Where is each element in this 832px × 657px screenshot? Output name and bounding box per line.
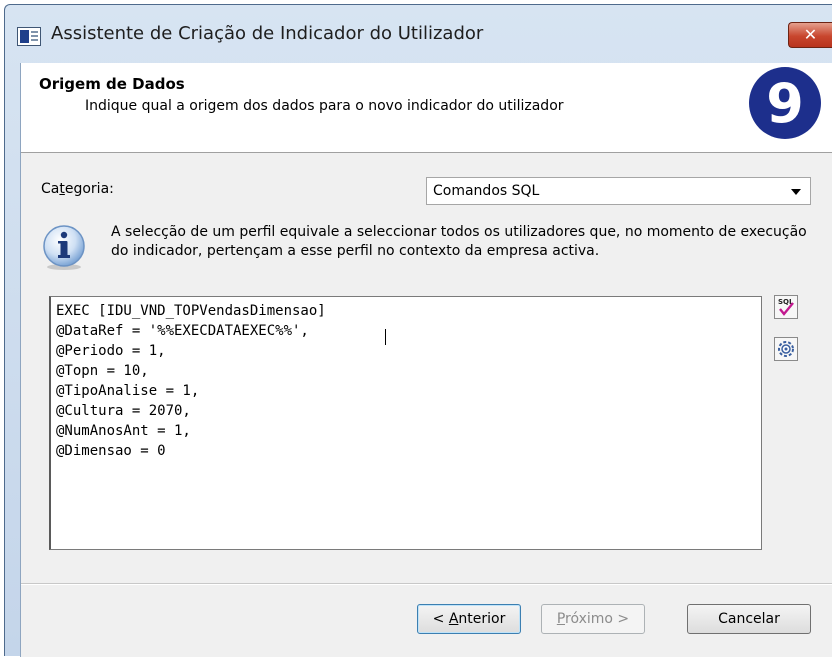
primavera-logo-icon: 9	[749, 67, 821, 139]
sql-line: @TipoAnalise = 1,	[56, 383, 200, 399]
sql-line: EXEC [IDU_VND_TOPVendasDimensao]	[56, 303, 326, 319]
text-caret	[385, 329, 386, 345]
page-subtitle: Indique qual a origem dos dados para o n…	[85, 98, 564, 114]
svg-text:9: 9	[766, 72, 804, 135]
category-selected-value: Comandos SQL	[433, 183, 540, 199]
info-icon	[43, 225, 85, 270]
sql-line: @Periodo = 1,	[56, 343, 166, 359]
sql-line: @DataRef = '%%EXECDATAEXEC%%',	[56, 323, 309, 339]
sql-line: @NumAnosAnt = 1,	[56, 423, 191, 439]
next-button[interactable]: Próximo >	[541, 604, 645, 634]
wizard-header: Origem de Dados Indique qual a origem do…	[21, 63, 832, 153]
close-icon: ✕	[803, 25, 818, 44]
info-message: A selecção de um perfil equivale a selec…	[111, 224, 807, 259]
sql-lines: EXEC [IDU_VND_TOPVendasDimensao] @DataRe…	[51, 301, 326, 461]
close-button[interactable]: ✕	[788, 22, 832, 48]
sql-line: @Dimensao = 0	[56, 443, 166, 459]
title-bar[interactable]: Assistente de Criação de Indicador do Ut…	[5, 5, 832, 63]
footer-separator	[21, 583, 832, 585]
sql-check-button[interactable]: SQL	[774, 295, 798, 319]
window-title: Assistente de Criação de Indicador do Ut…	[51, 23, 484, 44]
dialog-client-area: Origem de Dados Indique qual a origem do…	[20, 63, 832, 657]
gear-icon[interactable]	[774, 337, 798, 361]
category-label: Categoria:	[41, 181, 114, 197]
wizard-dialog: Assistente de Criação de Indicador do Ut…	[4, 4, 832, 657]
sql-line: @Topn = 10,	[56, 363, 149, 379]
sql-line: @Cultura = 2070,	[56, 403, 191, 419]
chevron-down-icon	[791, 189, 801, 195]
category-select[interactable]: Comandos SQL	[426, 177, 811, 205]
back-button[interactable]: < Anterior	[417, 604, 521, 634]
page-title: Origem de Dados	[39, 75, 185, 93]
cancel-button[interactable]: Cancelar	[687, 604, 811, 634]
window-app-icon	[17, 27, 41, 46]
sql-editor[interactable]: EXEC [IDU_VND_TOPVendasDimensao] @DataRe…	[49, 296, 762, 550]
